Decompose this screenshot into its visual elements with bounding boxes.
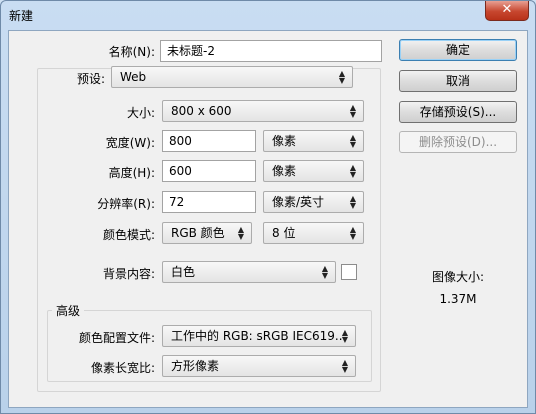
name-label: 名称(N): bbox=[108, 45, 155, 59]
height-unit-select[interactable]: 像素 ▲ ▼ bbox=[263, 160, 364, 182]
background-color-swatch[interactable] bbox=[341, 264, 357, 280]
up-down-arrows-icon: ▲ ▼ bbox=[349, 194, 357, 210]
color-mode-label: 颜色模式: bbox=[102, 228, 155, 242]
up-down-arrows-icon: ▲ ▼ bbox=[349, 103, 357, 119]
up-down-arrows-icon: ▲ ▼ bbox=[341, 328, 349, 344]
size-label: 大小: bbox=[126, 106, 155, 120]
resolution-unit-value: 像素/英寸 bbox=[272, 195, 325, 209]
up-down-arrows-icon: ▲ ▼ bbox=[321, 264, 329, 280]
cancel-button[interactable]: 取消 bbox=[399, 70, 517, 92]
close-icon: ✕ bbox=[501, 2, 513, 17]
preset-value: Web bbox=[120, 70, 147, 84]
bit-depth-value: 8 位 bbox=[272, 226, 296, 240]
color-profile-select[interactable]: 工作中的 RGB: sRGB IEC619... ▲ ▼ bbox=[162, 325, 356, 347]
up-down-arrows-icon: ▲ ▼ bbox=[338, 69, 346, 85]
width-unit-select[interactable]: 像素 ▲ ▼ bbox=[263, 130, 364, 152]
bit-depth-select[interactable]: 8 位 ▲ ▼ bbox=[263, 222, 364, 244]
up-down-arrows-icon: ▲ ▼ bbox=[349, 225, 357, 241]
delete-preset-button: 删除预设(D)... bbox=[399, 131, 517, 153]
image-size-value: 1.37M bbox=[439, 292, 477, 306]
up-down-arrows-icon: ▲ ▼ bbox=[341, 358, 349, 374]
height-unit-value: 像素 bbox=[272, 164, 297, 178]
background-label: 背景内容: bbox=[102, 267, 155, 281]
color-mode-select[interactable]: RGB 颜色 ▲ ▼ bbox=[162, 222, 252, 244]
resolution-label: 分辨率(R): bbox=[97, 197, 155, 211]
save-preset-button[interactable]: 存储预设(S)... bbox=[399, 101, 517, 123]
advanced-group-title: 高级 bbox=[52, 302, 85, 319]
name-input[interactable]: 未标题-2 bbox=[160, 40, 382, 62]
resolution-input[interactable]: 72 bbox=[162, 191, 256, 213]
size-select[interactable]: 800 x 600 ▲ ▼ bbox=[162, 100, 364, 122]
height-label: 高度(H): bbox=[108, 166, 155, 180]
pixel-aspect-select[interactable]: 方形像素 ▲ ▼ bbox=[162, 355, 356, 377]
preset-select[interactable]: Web ▲ ▼ bbox=[111, 66, 353, 88]
color-mode-value: RGB 颜色 bbox=[171, 226, 225, 240]
background-select[interactable]: 白色 ▲ ▼ bbox=[162, 261, 336, 283]
up-down-arrows-icon: ▲ ▼ bbox=[237, 225, 245, 241]
close-button[interactable]: ✕ bbox=[485, 1, 529, 21]
image-size-label: 图像大小: bbox=[431, 270, 485, 284]
title-bar[interactable]: 新建 ✕ bbox=[1, 1, 535, 29]
up-down-arrows-icon: ▲ ▼ bbox=[349, 163, 357, 179]
color-profile-label: 颜色配置文件: bbox=[78, 331, 155, 345]
width-input[interactable]: 800 bbox=[162, 130, 256, 152]
pixel-aspect-label: 像素长宽比: bbox=[90, 361, 155, 375]
resolution-unit-select[interactable]: 像素/英寸 ▲ ▼ bbox=[263, 191, 364, 213]
width-unit-value: 像素 bbox=[272, 134, 297, 148]
height-input[interactable]: 600 bbox=[162, 160, 256, 182]
size-value: 800 x 600 bbox=[171, 104, 232, 118]
up-down-arrows-icon: ▲ ▼ bbox=[349, 133, 357, 149]
background-value: 白色 bbox=[171, 265, 196, 279]
pixel-aspect-value: 方形像素 bbox=[171, 359, 220, 373]
dialog-title: 新建 bbox=[9, 9, 34, 23]
ok-button[interactable]: 确定 bbox=[399, 39, 517, 61]
width-label: 宽度(W): bbox=[105, 136, 155, 150]
preset-label: 预设: bbox=[50, 70, 108, 87]
color-profile-value: 工作中的 RGB: sRGB IEC619... bbox=[171, 329, 347, 343]
